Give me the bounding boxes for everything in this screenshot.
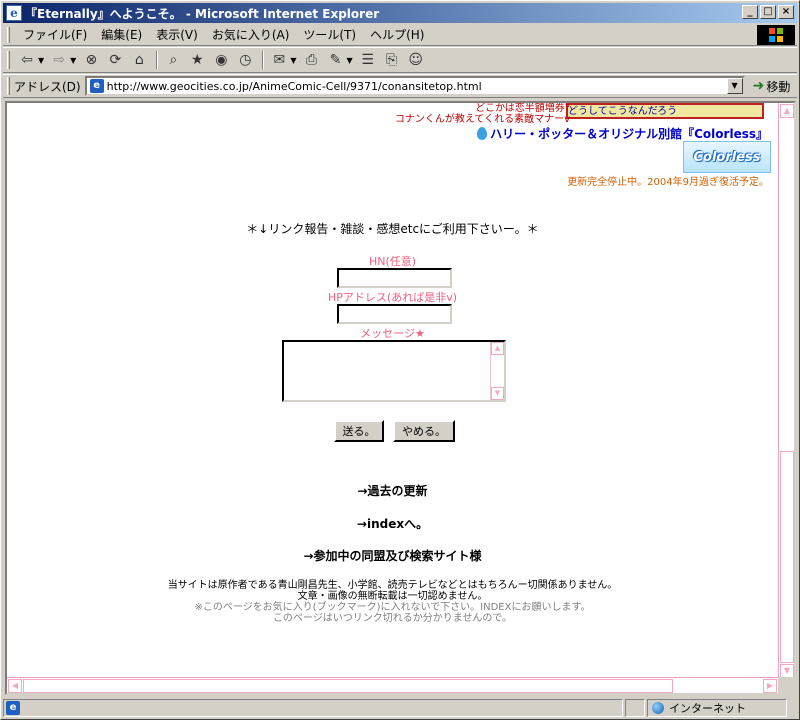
research-icon[interactable]: ⎘ <box>381 50 403 70</box>
stop-icon[interactable]: ⊗ <box>80 50 102 70</box>
forward-dropdown-icon[interactable]: ▼ <box>70 56 76 65</box>
textarea-scrollbar[interactable]: ▲ ▼ <box>490 342 504 400</box>
browser-window: e 『Eternally』へようこそ。 - Microsoft Internet… <box>0 0 800 720</box>
form-heading: ＊↓リンク報告・雑談・感想etcにご利用下さいー。＊ <box>246 222 539 236</box>
window-controls: _ □ × <box>740 5 794 19</box>
menu-view[interactable]: 表示(V) <box>149 26 205 43</box>
hn-input[interactable] <box>337 268 452 288</box>
history-icon[interactable]: ◷ <box>234 50 256 70</box>
security-zone[interactable]: インターネット <box>647 699 787 717</box>
scrollbar-corner <box>778 677 794 693</box>
mail-icon[interactable]: ✉ <box>268 50 290 70</box>
standard-toolbar: ⇦ ▼ ⇨ ▼ ⊗ ⟳ ⌂ ⌕ ★ ◉ ◷ ✉ ▼ ⎙ ✎ ▼ ☰ ⎘ ☺ <box>3 47 797 73</box>
menu-bar: ファイル(F) 編集(E) 表示(V) お気に入り(A) ツール(T) ヘルプ(… <box>3 24 797 46</box>
message-label: メッセージ★ <box>360 327 425 340</box>
favorites-icon[interactable]: ★ <box>186 50 208 70</box>
hn-label: HN(任意) <box>368 255 417 268</box>
textarea-scroll-up-icon[interactable]: ▲ <box>491 342 504 355</box>
close-button[interactable]: × <box>778 5 794 19</box>
harry-potter-link[interactable]: ハリー・ポッター＆オリジナル別館『Colorless』 <box>477 125 768 142</box>
title-bar: e 『Eternally』へようこそ。 - Microsoft Internet… <box>3 3 797 23</box>
web-page: どうしてこうなんだろう どこかは恋半額増券? コナンくんが教えてくれる素敵マナー… <box>7 103 778 679</box>
print-icon[interactable]: ⎙ <box>300 50 322 70</box>
address-label: アドレス(D) <box>14 79 81 94</box>
page-viewport: どうしてこうなんだろう どこかは恋半額増券? コナンくんが教えてくれる素敵マナー… <box>5 101 796 695</box>
go-arrow-icon: ➜ <box>752 78 765 94</box>
back-dropdown-icon[interactable]: ▼ <box>38 56 44 65</box>
minimize-button[interactable]: _ <box>742 5 758 19</box>
home-icon[interactable]: ⌂ <box>128 50 150 70</box>
scroll-left-icon[interactable]: ◀ <box>8 679 22 693</box>
footer-disclaimer: 当サイトは原作者である青山剛昌先生、小学館、読売テレビなどとはもちろんー切関係あ… <box>167 580 618 591</box>
toolbar-grip[interactable] <box>7 51 10 69</box>
address-url[interactable]: http://www.geocities.co.jp/AnimeComic-Ce… <box>107 80 482 93</box>
menu-help[interactable]: ヘルプ(H) <box>363 26 431 43</box>
hp-address-label: HPアドレス(あれば是非v) <box>328 291 457 304</box>
menu-edit[interactable]: 編集(E) <box>94 26 149 43</box>
address-dropdown-icon[interactable]: ▼ <box>726 78 743 94</box>
scroll-down-icon[interactable]: ▼ <box>780 664 794 678</box>
footer-copyright: 文章・画像の無断転載は一切認めません。 <box>297 591 488 602</box>
go-button[interactable]: ➜ 移動 <box>753 78 791 95</box>
horizontal-scrollbar[interactable]: ◀ ▶ <box>7 677 778 693</box>
address-input[interactable]: e http://www.geocities.co.jp/AnimeComic-… <box>84 76 745 96</box>
message-textarea[interactable]: ▲ ▼ <box>282 340 506 402</box>
mail-dropdown-icon[interactable]: ▼ <box>290 56 296 65</box>
top-banner-image[interactable]: どうしてこうなんだろう <box>566 103 764 119</box>
internet-globe-icon <box>652 702 664 714</box>
menu-grip[interactable] <box>7 26 10 43</box>
go-label: 移動 <box>766 79 791 94</box>
colorless-banner[interactable]: Colorless <box>683 141 771 173</box>
footer-bookmark-note: ※このページをお気に入り(ブックマーク)に入れないで下さい。INDEXにお願いし… <box>194 602 591 613</box>
status-progress-cell <box>625 699 645 717</box>
window-title: 『Eternally』へようこそ。 - Microsoft Internet E… <box>25 6 380 21</box>
discuss-icon[interactable]: ☰ <box>357 50 379 70</box>
toolbar-separator <box>156 51 159 69</box>
textarea-scroll-down-icon[interactable]: ▼ <box>491 387 504 400</box>
address-grip[interactable] <box>7 77 10 95</box>
refresh-icon[interactable]: ⟳ <box>104 50 126 70</box>
menu-tools[interactable]: ツール(T) <box>296 26 363 43</box>
footer-link-note: このページはいつリンク切れるか分かりませんので。 <box>272 613 513 624</box>
status-bar: e インターネット <box>3 698 797 718</box>
windows-logo-icon <box>757 25 795 45</box>
water-drop-icon <box>477 127 488 140</box>
zone-label: インターネット <box>669 702 746 715</box>
search-icon[interactable]: ⌕ <box>162 50 184 70</box>
back-icon[interactable]: ⇦ <box>16 50 38 70</box>
address-bar: アドレス(D) e http://www.geocities.co.jp/Ani… <box>3 74 797 98</box>
ie-logo-icon: e <box>6 5 22 21</box>
toolbar-separator <box>262 51 265 69</box>
messenger-icon[interactable]: ☺ <box>405 50 427 70</box>
edit-icon[interactable]: ✎ <box>324 50 346 70</box>
scroll-up-icon[interactable]: ▲ <box>780 104 794 118</box>
reset-button[interactable]: やめる。 <box>393 420 455 442</box>
ad-text-2[interactable]: コナンくんが教えてくれる素敵マナーv <box>395 110 570 125</box>
status-message: e <box>3 699 623 717</box>
hp-address-input[interactable] <box>337 304 452 324</box>
vertical-scrollbar[interactable]: ▲ ▼ <box>778 103 794 679</box>
alliance-link[interactable]: →参加中の同盟及び検索サイト様 <box>7 547 778 564</box>
index-link[interactable]: →indexへ。 <box>7 515 778 532</box>
edit-dropdown-icon[interactable]: ▼ <box>346 56 352 65</box>
page-icon: e <box>89 79 104 93</box>
harry-link-label[interactable]: ハリー・ポッター＆オリジナル別館『Colorless』 <box>490 125 768 142</box>
vertical-scroll-thumb[interactable] <box>780 451 794 663</box>
submit-button[interactable]: 送る。 <box>334 420 384 442</box>
menu-file[interactable]: ファイル(F) <box>16 26 94 43</box>
maximize-button[interactable]: □ <box>760 5 776 19</box>
status-page-icon: e <box>6 701 20 715</box>
horizontal-scroll-thumb[interactable] <box>23 679 673 693</box>
media-icon[interactable]: ◉ <box>210 50 232 70</box>
menu-favorites[interactable]: お気に入り(A) <box>205 26 297 43</box>
scroll-right-icon[interactable]: ▶ <box>763 679 777 693</box>
forward-icon[interactable]: ⇨ <box>48 50 70 70</box>
past-updates-link[interactable]: →過去の更新 <box>7 482 778 499</box>
update-stop-notice: 更新完全停止中。2004年9月過ぎ復活予定。 <box>567 177 769 188</box>
